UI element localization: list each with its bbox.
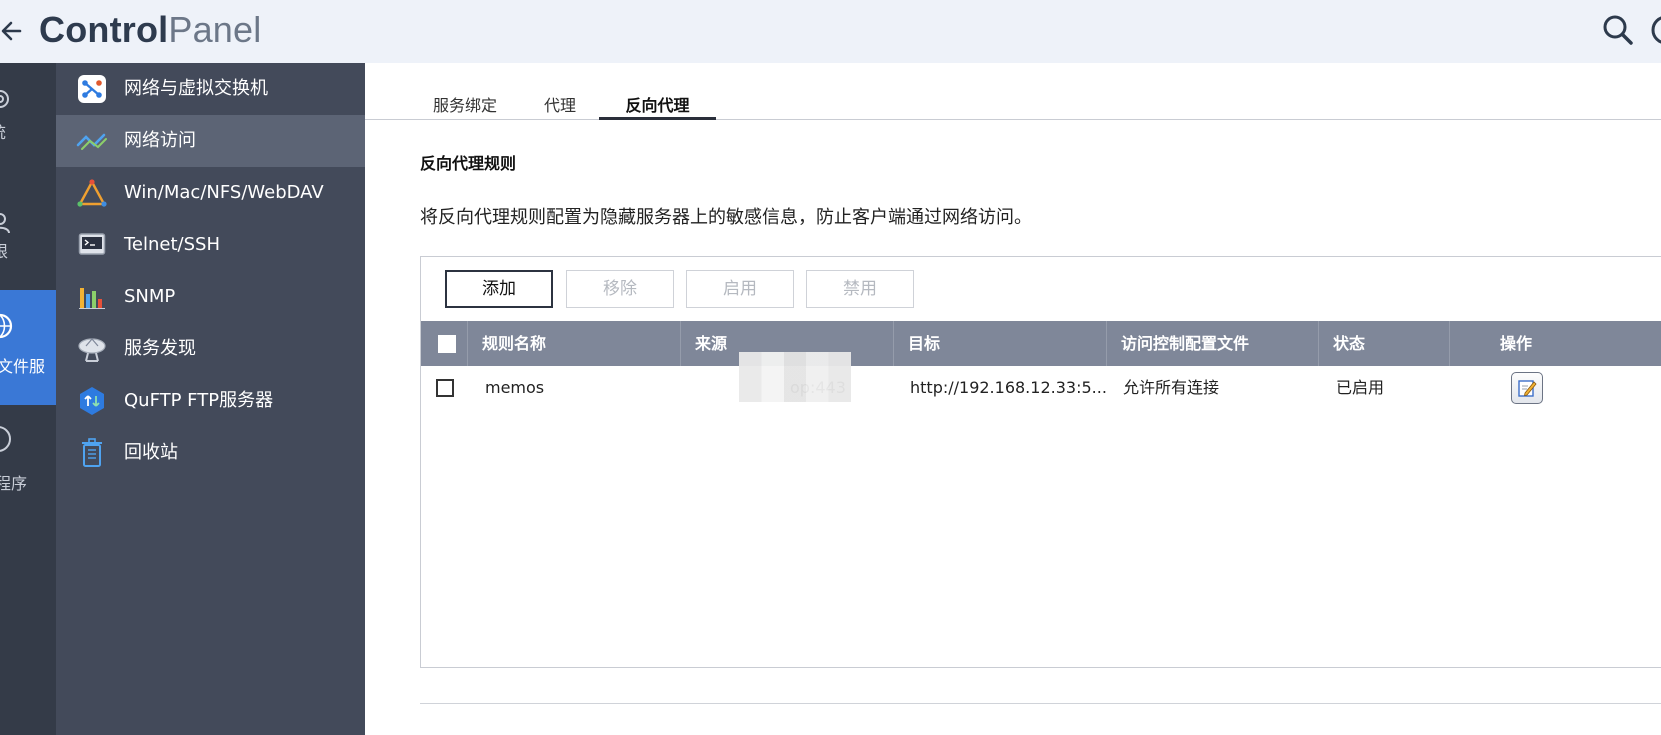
sidebar: 网络与虚拟交换机 网络访问 Win/Mac/NFS/WebDAV Telnet/… [56, 63, 365, 735]
sidebar-item-network-virtual-switch[interactable]: 网络与虚拟交换机 [56, 63, 365, 115]
enable-button[interactable]: 启用 [686, 270, 794, 308]
column-header-rule-name[interactable]: 规则名称 [467, 321, 680, 366]
column-header-status[interactable]: 状态 [1318, 321, 1449, 366]
main-menu-rail: 统 限 文件服 程序 [0, 63, 56, 735]
sidebar-item-telnet-ssh[interactable]: Telnet/SSH [56, 219, 365, 271]
options-icon[interactable] [1648, 12, 1661, 48]
recycle-bin-icon [76, 437, 108, 469]
cell-acl-profile: 允许所有连接 [1123, 378, 1220, 397]
user-icon [0, 213, 10, 234]
satellite-dish-icon [76, 333, 108, 365]
sidebar-item-label: Telnet/SSH [124, 234, 221, 255]
tab-bar: 服务绑定 代理 反向代理 [365, 63, 1661, 120]
tab-service-binding[interactable]: 服务绑定 [410, 77, 520, 120]
row-checkbox[interactable] [436, 379, 454, 397]
sidebar-item-quftp[interactable]: QuFTP FTP服务器 [56, 375, 365, 427]
section-title: 反向代理规则 [420, 154, 517, 173]
column-header-target[interactable]: 目标 [893, 321, 1106, 366]
rail-item-label: 程序 [0, 474, 28, 493]
redacted-blur [739, 352, 851, 402]
terminal-icon [76, 229, 108, 261]
tab-label: 代理 [543, 96, 576, 115]
rail-item-privilege[interactable]: 限 [0, 201, 56, 271]
app-title-light: Panel [168, 9, 262, 50]
sidebar-item-label: 回收站 [124, 442, 178, 463]
app-title-bold: Control [39, 9, 169, 50]
sidebar-item-service-discovery[interactable]: 服务发现 [56, 323, 365, 375]
bar-chart-icon [76, 281, 108, 313]
sidebar-item-label: QuFTP FTP服务器 [124, 390, 274, 411]
select-all-checkbox[interactable] [438, 335, 456, 353]
sidebar-item-label: SNMP [124, 286, 176, 307]
globe-icon [0, 313, 13, 339]
tab-proxy[interactable]: 代理 [525, 77, 595, 120]
info-icon [0, 426, 11, 452]
table-row[interactable]: memos op:443 http://192.168.12.33:5... 允… [421, 352, 1661, 410]
rail-item-label: 统 [0, 119, 6, 143]
cell-target: http://192.168.12.33:5... [910, 378, 1107, 397]
column-header-acl-profile[interactable]: 访问控制配置文件 [1106, 321, 1318, 366]
column-header-action: 操作 [1449, 321, 1661, 366]
tab-label: 服务绑定 [432, 96, 497, 115]
main-content: 服务绑定 代理 反向代理 反向代理规则 将反向代理规则配置为隐藏服务器上的敏感信… [365, 63, 1661, 735]
edit-button[interactable] [1511, 372, 1543, 404]
cell-status: 已启用 [1336, 378, 1385, 397]
network-access-icon [76, 125, 108, 157]
remove-button[interactable]: 移除 [566, 270, 674, 308]
sidebar-item-network-access[interactable]: 网络访问 [56, 115, 365, 167]
table-header: 规则名称 来源 目标 访问控制配置文件 状态 操作 [421, 321, 1661, 366]
gear-icon [0, 90, 9, 108]
disable-button[interactable]: 禁用 [806, 270, 914, 308]
network-switch-icon [76, 73, 108, 105]
tab-reverse-proxy[interactable]: 反向代理 [599, 77, 716, 120]
ftp-icon [76, 385, 108, 417]
divider [420, 703, 1661, 704]
app-title: ControlPanel [39, 8, 261, 52]
sidebar-item-win-mac-nfs-webdav[interactable]: Win/Mac/NFS/WebDAV [56, 167, 365, 219]
sidebar-item-label: 网络访问 [124, 130, 196, 151]
sidebar-item-label: 网络与虚拟交换机 [124, 78, 268, 99]
sidebar-item-label: Win/Mac/NFS/WebDAV [124, 182, 324, 203]
tab-label: 反向代理 [625, 96, 690, 115]
rules-panel: 添加 移除 启用 禁用 规则名称 来源 目标 访问控制配置文件 状态 操作 me… [420, 256, 1661, 668]
rail-item-label: 文件服 [0, 357, 46, 376]
rail-item-system[interactable]: 统 [0, 81, 56, 151]
sidebar-item-snmp[interactable]: SNMP [56, 271, 365, 323]
rail-item-network-file-services[interactable]: 文件服 [0, 290, 56, 405]
sidebar-item-label: 服务发现 [124, 338, 196, 359]
edit-icon [1518, 380, 1537, 397]
cell-rule-name: memos [485, 378, 545, 397]
rail-item-label: 限 [0, 242, 9, 261]
rail-item-applications[interactable]: 程序 [0, 418, 56, 498]
file-sharing-icon [76, 177, 108, 209]
add-button[interactable]: 添加 [445, 270, 553, 308]
search-icon[interactable] [1600, 12, 1636, 48]
header-select-cell [421, 321, 467, 366]
section-description: 将反向代理规则配置为隐藏服务器上的敏感信息，防止客户端通过网络访问。 [420, 207, 1032, 228]
app-header: ControlPanel [0, 0, 1661, 63]
sidebar-item-recycle-bin[interactable]: 回收站 [56, 427, 365, 479]
arrow-left-icon[interactable] [0, 14, 26, 48]
